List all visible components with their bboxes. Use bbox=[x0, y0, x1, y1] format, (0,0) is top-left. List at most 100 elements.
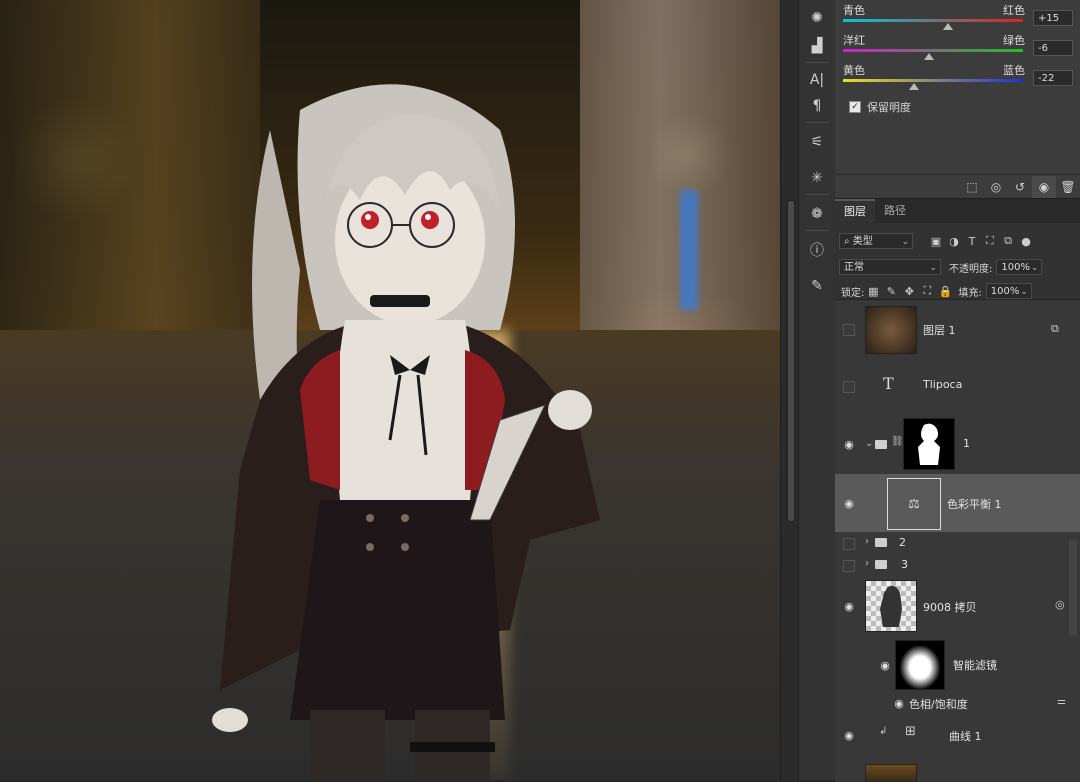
brush-settings-icon[interactable]: ✎ bbox=[799, 272, 835, 300]
lock-position-icon[interactable]: ✥ bbox=[900, 282, 918, 300]
filter-options-icon[interactable]: ⚌ bbox=[1057, 696, 1066, 707]
visibility-toggle-off[interactable] bbox=[843, 560, 855, 572]
layer-name[interactable]: 色相/饱和度 bbox=[909, 696, 968, 712]
slider-value-field[interactable]: -22 bbox=[1033, 70, 1073, 86]
layer-row[interactable]: › 2 bbox=[835, 532, 1080, 555]
slider-track[interactable] bbox=[843, 49, 1023, 52]
layer-filter-dropdown[interactable]: ⌕ 类型 ⌄ bbox=[839, 233, 913, 249]
eye-icon[interactable]: ◉ bbox=[841, 495, 857, 511]
search-icon: ⌕ bbox=[844, 236, 853, 247]
layer-name[interactable]: 色彩平衡 1 bbox=[947, 496, 1002, 512]
layer-row[interactable]: ◉ 9008 拷贝 ◎ bbox=[835, 576, 1080, 637]
layer-name[interactable]: 1 bbox=[963, 437, 970, 450]
visibility-toggle-off[interactable] bbox=[843, 324, 855, 336]
chevron-down-icon: ⌄ bbox=[1030, 263, 1039, 273]
blend-row: 正常 ⌄ 不透明度: 100% ⌄ bbox=[835, 255, 1080, 279]
lock-artboard-icon[interactable]: ⛶ bbox=[918, 282, 936, 300]
opacity-field[interactable]: 100% ⌄ bbox=[996, 259, 1043, 275]
eye-icon[interactable]: ◉ bbox=[1032, 176, 1056, 198]
visibility-toggle-off[interactable] bbox=[843, 381, 855, 393]
fill-field[interactable]: 100% ⌄ bbox=[985, 283, 1032, 299]
slider-track[interactable] bbox=[843, 19, 1023, 22]
character-thumbnail-icon bbox=[880, 585, 902, 627]
layer-name[interactable]: 3 bbox=[901, 558, 908, 571]
eye-icon[interactable]: ◉ bbox=[877, 657, 893, 673]
layer-row[interactable]: ◉ 智能滤镜 bbox=[835, 636, 1080, 695]
panel-tool-strip: ✺ ▟ A| ¶ ⚟ ✳ ❁ ⓘ ✎ bbox=[798, 0, 836, 780]
smart-filter-badge-icon: ◎ bbox=[1055, 598, 1065, 611]
slider-value-field[interactable]: -6 bbox=[1033, 40, 1073, 56]
layer-row[interactable]: T Tlipoca bbox=[835, 358, 1080, 415]
layer-name[interactable]: Tlipoca bbox=[923, 378, 962, 391]
slider-thumb[interactable] bbox=[909, 83, 919, 90]
layer-row[interactable]: › 3 bbox=[835, 554, 1080, 577]
smart-object-filter-icon[interactable]: ⧉ bbox=[999, 232, 1017, 250]
eye-icon[interactable]: ◉ bbox=[841, 598, 857, 614]
channels-icon[interactable]: ❁ bbox=[799, 200, 835, 228]
clip-to-layer-icon[interactable]: ⬚ bbox=[960, 176, 984, 198]
layer-row[interactable]: 图层 1 ⧉ bbox=[835, 300, 1080, 359]
canvas-vertical-scrollbar[interactable] bbox=[780, 0, 799, 780]
view-previous-icon[interactable]: ◎ bbox=[984, 176, 1008, 198]
preserve-luminosity-checkbox[interactable]: ✓ bbox=[849, 101, 861, 113]
preserve-luminosity-row[interactable]: ✓ 保留明度 bbox=[849, 99, 911, 115]
adjustments-icon[interactable]: ⚟ bbox=[799, 128, 835, 156]
layer-mask-thumbnail[interactable] bbox=[903, 418, 955, 470]
scrollbar-thumb[interactable] bbox=[787, 200, 795, 522]
chevron-right-icon[interactable]: › bbox=[865, 536, 869, 547]
layer-row-selected[interactable]: ◉ ⚖ 色彩平衡 1 bbox=[835, 474, 1080, 533]
eye-icon[interactable]: ◉ bbox=[841, 436, 857, 452]
paragraph-panel-icon[interactable]: ¶ bbox=[799, 92, 835, 120]
blend-mode-value: 正常 bbox=[844, 262, 864, 273]
image-filter-icon[interactable]: ▣ bbox=[927, 232, 945, 250]
slider-thumb[interactable] bbox=[943, 23, 953, 30]
curves-icon: ⊞ bbox=[905, 724, 916, 739]
layer-row[interactable]: ◉ ↲ ⊞ 曲线 1 bbox=[835, 712, 1080, 759]
document-canvas[interactable] bbox=[0, 0, 780, 780]
layer-name[interactable]: 9008 拷贝 bbox=[923, 599, 977, 615]
tab-layers[interactable]: 图层 bbox=[835, 199, 875, 223]
trash-icon[interactable]: 🗑 bbox=[1056, 176, 1080, 198]
adjustment-filter-icon[interactable]: ◑ bbox=[945, 232, 963, 250]
preserve-luminosity-label: 保留明度 bbox=[867, 101, 911, 114]
slider-right-label: 红色 bbox=[1003, 4, 1025, 17]
info-icon[interactable]: ⓘ bbox=[799, 236, 835, 264]
text-filter-icon[interactable]: T bbox=[963, 232, 981, 250]
divider bbox=[805, 62, 829, 63]
layer-row[interactable]: ◉ ⌄ ⛓ 1 bbox=[835, 414, 1080, 475]
filter-toggle-icon[interactable]: ● bbox=[1017, 232, 1035, 250]
color-wheel-icon[interactable]: ✺ bbox=[799, 4, 835, 32]
chevron-down-icon[interactable]: ⌄ bbox=[865, 438, 873, 449]
slider-value-field[interactable]: +15 bbox=[1033, 10, 1073, 26]
layers-scrollbar-thumb[interactable] bbox=[1069, 540, 1077, 635]
reset-icon[interactable]: ↺ bbox=[1008, 176, 1032, 198]
chevron-right-icon[interactable]: › bbox=[865, 558, 869, 569]
sparkle-icon[interactable]: ✳ bbox=[799, 164, 835, 192]
lock-all-icon[interactable]: 🔒 bbox=[936, 282, 954, 300]
layer-name[interactable]: 曲线 1 bbox=[949, 728, 982, 744]
lock-transparent-icon[interactable]: ▦ bbox=[864, 282, 882, 300]
tab-paths[interactable]: 路径 bbox=[875, 199, 915, 223]
smart-filter-mask-thumbnail[interactable] bbox=[895, 640, 945, 690]
layer-name[interactable]: 智能滤镜 bbox=[953, 657, 997, 673]
chevron-down-icon: ⌄ bbox=[1020, 287, 1028, 297]
layer-name[interactable]: 图层 1 bbox=[923, 322, 956, 338]
blend-mode-dropdown[interactable]: 正常 ⌄ bbox=[839, 259, 941, 275]
eye-icon[interactable]: ◉ bbox=[841, 727, 857, 743]
slider-thumb[interactable] bbox=[924, 53, 934, 60]
eye-icon[interactable]: ◉ bbox=[891, 695, 907, 711]
slider-left-label: 洋红 bbox=[843, 34, 865, 47]
layer-row[interactable]: ◉ 色相/饱和度 ⚌ bbox=[835, 694, 1080, 713]
shape-filter-icon[interactable]: ⛶ bbox=[981, 232, 999, 250]
histogram-icon[interactable]: ▟ bbox=[799, 32, 835, 60]
lock-image-icon[interactable]: ✎ bbox=[882, 282, 900, 300]
folder-icon bbox=[875, 440, 887, 449]
visibility-toggle-off[interactable] bbox=[843, 538, 855, 550]
fill-value: 100% bbox=[990, 286, 1020, 297]
character-panel-icon[interactable]: A| bbox=[799, 66, 835, 94]
slider-track[interactable] bbox=[843, 79, 1023, 82]
layer-list[interactable]: 图层 1 ⧉ T Tlipoca ◉ ⌄ ⛓ 1 ◉ ⚖ 色彩平衡 1 › 2 … bbox=[835, 299, 1080, 782]
layer-name[interactable]: 2 bbox=[899, 536, 906, 549]
chevron-down-icon: ⌄ bbox=[901, 237, 909, 247]
layer-row[interactable] bbox=[835, 758, 1080, 782]
